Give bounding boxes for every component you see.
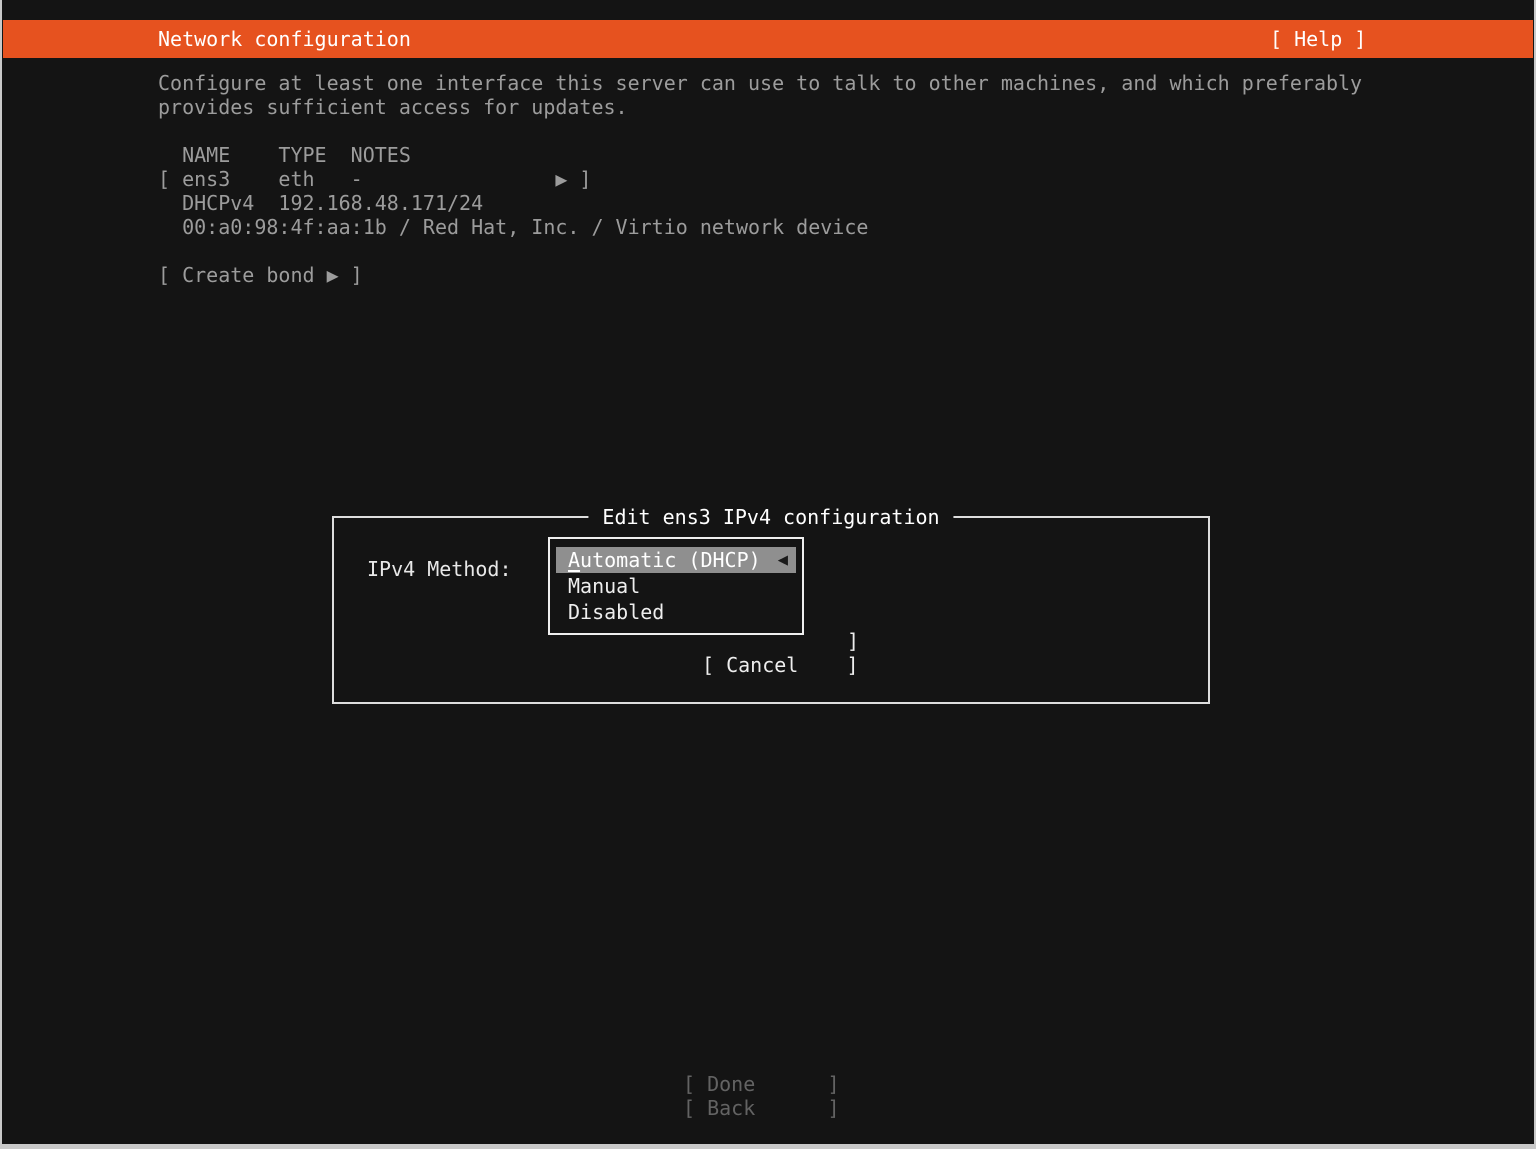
dialog-title: Edit ens3 IPv4 configuration xyxy=(588,505,954,529)
save-button-bracket[interactable]: ] xyxy=(847,629,859,653)
nic-row-dhcp-address: DHCPv4 192.168.48.171/24 xyxy=(158,191,484,215)
back-button[interactable]: [ Back ] xyxy=(683,1096,840,1120)
ipv4-method-dropdown: Automatic (DHCP) ◀ Manual Disabled xyxy=(548,537,804,635)
ipv4-method-label: IPv4 Method: xyxy=(367,557,512,581)
cancel-button[interactable]: [ Cancel ] xyxy=(702,653,859,677)
selected-option-arrow-icon: ◀ xyxy=(777,550,788,570)
option-text: Disabled xyxy=(568,600,665,624)
create-bond-button[interactable]: [ Create bond ▶ ] xyxy=(158,263,363,287)
installer-screen: Network configuration [ Help ] Configure… xyxy=(0,0,1536,1149)
window-frame-bottom xyxy=(0,1144,1536,1149)
option-text: utomatic (DHCP) xyxy=(580,548,761,572)
dropdown-option-automatic-dhcp[interactable]: Automatic (DHCP) ◀ xyxy=(556,547,796,573)
option-text: Manual xyxy=(568,574,641,598)
nic-table-columns: NAME TYPE NOTES xyxy=(158,143,411,167)
nic-row-hardware-info: 00:a0:98:4f:aa:1b / Red Hat, Inc. / Virt… xyxy=(158,215,869,239)
header-bar: Network configuration [ Help ] xyxy=(3,20,1533,58)
edit-ipv4-dialog: Edit ens3 IPv4 configuration IPv4 Method… xyxy=(332,505,1210,704)
help-button[interactable]: [ Help ] xyxy=(1270,27,1366,51)
intro-line-1: Configure at least one interface this se… xyxy=(158,71,1363,95)
nic-row-ens3[interactable]: [ ens3 eth - ▶ ] xyxy=(158,167,591,191)
page-title: Network configuration xyxy=(158,27,411,51)
intro-line-2: provides sufficient access for updates. xyxy=(158,95,628,119)
dropdown-option-manual[interactable]: Manual xyxy=(556,573,796,599)
dropdown-option-disabled[interactable]: Disabled xyxy=(556,599,796,625)
window-frame-left xyxy=(0,0,2,1149)
dropdown-option-label: Automatic (DHCP) xyxy=(568,547,761,573)
done-button[interactable]: [ Done ] xyxy=(683,1072,840,1096)
hotkey-letter: A xyxy=(568,548,581,572)
